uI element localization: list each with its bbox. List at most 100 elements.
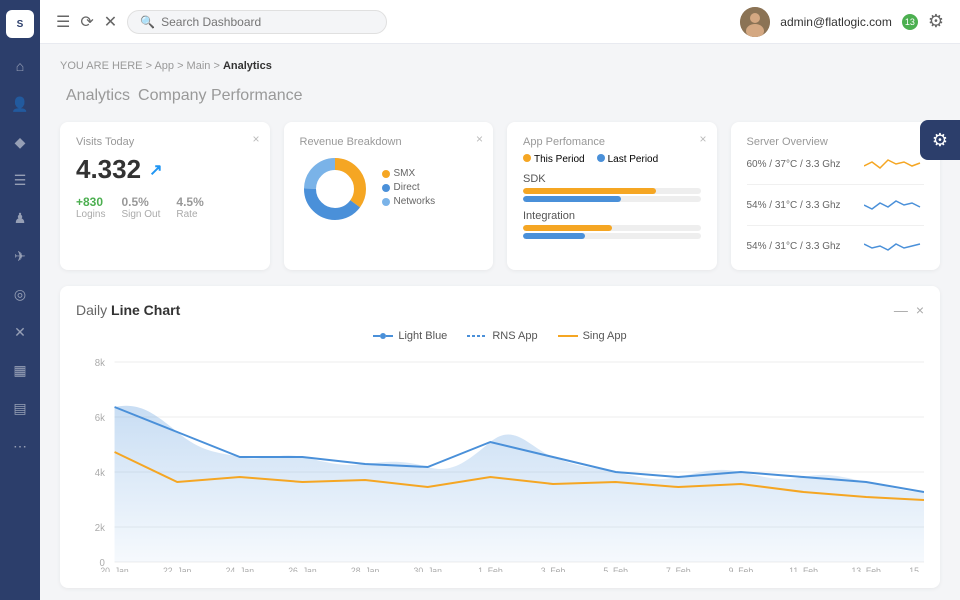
revenue-legend: SMX Direct Networks <box>382 168 436 210</box>
last-period-dot <box>597 154 605 162</box>
topbar: ☰ ⟳ ✕ 🔍 admin@flatlogic.com 13 ⚙ <box>40 0 960 44</box>
topbar-right: admin@flatlogic.com 13 ⚙ <box>740 7 944 37</box>
legend-singapp: Sing App <box>558 330 627 342</box>
this-period-label: This Period <box>523 154 585 165</box>
svg-text:28. Jan: 28. Jan <box>351 566 380 572</box>
chart-title: Daily Line Chart <box>76 302 180 318</box>
int-last-bar <box>523 233 701 239</box>
svg-text:7. Feb: 7. Feb <box>666 566 691 572</box>
int-last-fill <box>523 233 585 239</box>
legend-direct: Direct <box>382 182 436 193</box>
refresh-icon[interactable]: ⟳ <box>80 12 93 32</box>
perf-integration: Integration <box>523 210 701 239</box>
floating-gear-button[interactable]: ⚙ <box>920 120 960 160</box>
smx-dot <box>382 170 390 178</box>
rnsapp-legend-icon <box>467 332 487 340</box>
int-this-fill <box>523 225 612 231</box>
chart-header: Daily Line Chart — × <box>76 302 924 318</box>
avatar <box>740 7 770 37</box>
sidebar-item-cross[interactable]: ✕ <box>10 322 30 342</box>
notification-badge[interactable]: 13 <box>902 14 918 30</box>
revenue-close[interactable]: × <box>476 132 483 146</box>
legend-smx: SMX <box>382 168 436 179</box>
line-chart-svg: 8k 6k 4k 2k 0 <box>76 352 924 572</box>
this-period-dot <box>523 154 531 162</box>
visits-title: Visits Today <box>76 136 254 148</box>
legend-networks: Networks <box>382 196 436 207</box>
chart-legend: Light Blue RNS App Sing App <box>76 330 924 342</box>
svg-text:9. Feb: 9. Feb <box>729 566 754 572</box>
visits-card: × Visits Today 4.332 ↗ +830 Logins 0.5% … <box>60 122 270 270</box>
int-this-bar <box>523 225 701 231</box>
stat-signout: 0.5% Sign Out <box>121 195 160 220</box>
chart-close-btn[interactable]: × <box>916 302 924 318</box>
svg-text:6k: 6k <box>95 413 105 424</box>
revenue-card: × Revenue Breakdown <box>284 122 494 270</box>
svg-text:13. Feb: 13. Feb <box>851 566 880 572</box>
sidebar-item-dots[interactable]: ⋯ <box>10 436 30 456</box>
visits-value: 4.332 ↗ <box>76 154 254 185</box>
svg-text:22. Jan: 22. Jan <box>163 566 192 572</box>
chart-minimize-btn[interactable]: — <box>894 302 908 318</box>
cards-row: × Visits Today 4.332 ↗ +830 Logins 0.5% … <box>60 122 940 270</box>
hamburger-icon[interactable]: ☰ <box>56 12 70 32</box>
donut-container: SMX Direct Networks <box>300 154 478 224</box>
svg-text:15. Feb: 15. Feb <box>909 566 924 572</box>
server-card: × Server Overview 60% / 37°C / 3.3 Ghz 5… <box>731 122 941 270</box>
settings-icon[interactable]: ⚙ <box>928 11 944 32</box>
line-chart-card: Daily Line Chart — × Light Blue RNS App <box>60 286 940 588</box>
lightblue-legend-icon <box>373 332 393 340</box>
sidebar-item-user[interactable]: 👤 <box>10 94 30 114</box>
sidebar-item-person[interactable]: ♟ <box>10 208 30 228</box>
sidebar-item-grid[interactable]: ▤ <box>10 398 30 418</box>
sidebar-logo: S <box>6 10 34 38</box>
svg-text:4k: 4k <box>95 468 105 479</box>
donut-chart <box>300 154 370 224</box>
sidebar-item-diamond[interactable]: ◆ <box>10 132 30 152</box>
sidebar-item-circle[interactable]: ◎ <box>10 284 30 304</box>
visits-arrow-icon: ↗ <box>149 160 162 180</box>
revenue-title: Revenue Breakdown <box>300 136 478 148</box>
visits-close[interactable]: × <box>252 132 259 146</box>
perf-period: This Period Last Period <box>523 154 701 165</box>
server-item-1: 54% / 31°C / 3.3 Ghz <box>747 195 925 226</box>
sidebar-item-paper[interactable]: ✈ <box>10 246 30 266</box>
direct-dot <box>382 184 390 192</box>
search-icon: 🔍 <box>140 15 155 29</box>
sdk-this-fill <box>523 188 656 194</box>
sdk-last-bar <box>523 196 701 202</box>
svg-text:20. Jan: 20. Jan <box>100 566 129 572</box>
visits-stats: +830 Logins 0.5% Sign Out 4.5% Rate <box>76 195 254 220</box>
sdk-last-fill <box>523 196 621 202</box>
sidebar-item-home[interactable]: ⌂ <box>10 56 30 76</box>
main-area: ☰ ⟳ ✕ 🔍 admin@flatlogic.com 13 ⚙ YOU ARE… <box>40 0 960 600</box>
svg-text:26. Jan: 26. Jan <box>288 566 317 572</box>
breadcrumb-current: Analytics <box>223 60 272 72</box>
svg-text:1. Feb: 1. Feb <box>478 566 503 572</box>
legend-lightblue: Light Blue <box>373 330 447 342</box>
stat-logins: +830 Logins <box>76 195 105 220</box>
networks-dot <box>382 198 390 206</box>
svg-text:30. Jan: 30. Jan <box>414 566 443 572</box>
legend-rnsapp: RNS App <box>467 330 537 342</box>
sidebar: S ⌂ 👤 ◆ ☰ ♟ ✈ ◎ ✕ ▦ ▤ ⋯ <box>0 0 40 600</box>
search-input[interactable] <box>161 15 374 29</box>
chart-controls: — × <box>894 302 924 318</box>
perf-title: App Perfomance <box>523 136 701 148</box>
close-icon[interactable]: ✕ <box>104 12 117 32</box>
server-sparkline-2 <box>864 236 924 256</box>
admin-email: admin@flatlogic.com <box>780 15 892 29</box>
server-title: Server Overview <box>747 136 925 148</box>
content-area: YOU ARE HERE > App > Main > Analytics An… <box>40 44 960 600</box>
server-sparkline-1 <box>864 195 924 215</box>
search-box[interactable]: 🔍 <box>127 10 387 34</box>
chart-area: 8k 6k 4k 2k 0 <box>76 352 924 572</box>
svg-text:5. Feb: 5. Feb <box>603 566 628 572</box>
sidebar-item-list[interactable]: ☰ <box>10 170 30 190</box>
perf-close[interactable]: × <box>699 132 706 146</box>
svg-text:11. Feb: 11. Feb <box>789 566 818 572</box>
sidebar-item-chart[interactable]: ▦ <box>10 360 30 380</box>
stat-rate: 4.5% Rate <box>176 195 203 220</box>
svg-text:24. Jan: 24. Jan <box>226 566 255 572</box>
last-period-label: Last Period <box>597 154 659 165</box>
